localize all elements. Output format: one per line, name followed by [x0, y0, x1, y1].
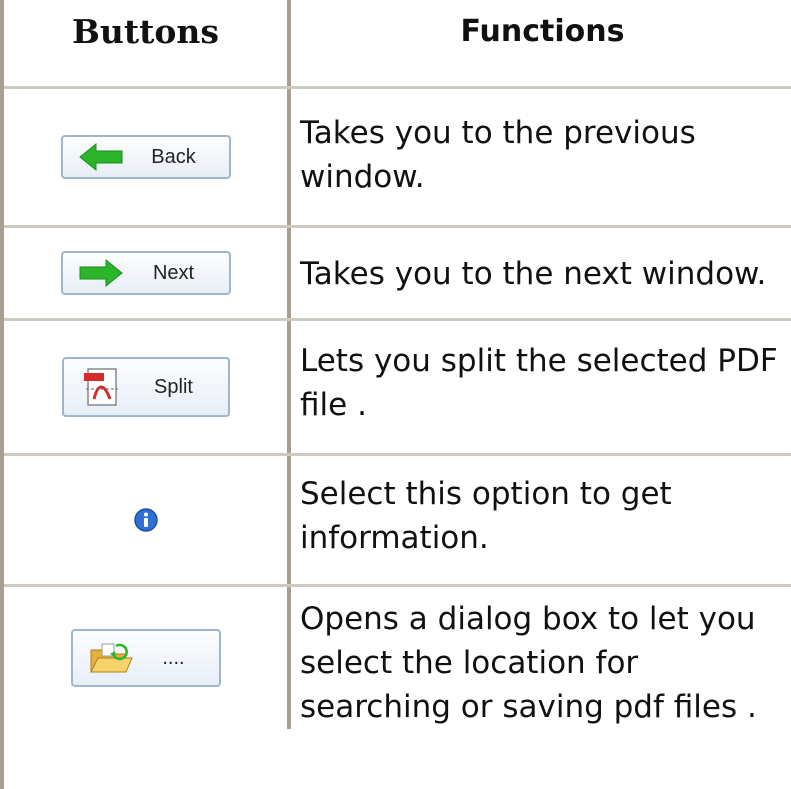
- browse-button-label: ....: [162, 646, 185, 669]
- back-button[interactable]: Back: [60, 135, 231, 179]
- info-description: Select this option to get information.: [300, 476, 672, 556]
- browse-button[interactable]: ....: [70, 629, 221, 687]
- header-functions: Functions: [460, 14, 625, 49]
- table-row-back: Back Takes you to the previous window.: [4, 89, 791, 228]
- folder-open-icon: [83, 639, 139, 677]
- browse-description: Opens a dialog box to let you select the…: [300, 601, 757, 725]
- table-row-info: Select this option to get information.: [4, 456, 791, 587]
- table-row-split: Split Lets you split the selected PDF fi…: [4, 321, 791, 456]
- split-button[interactable]: Split: [61, 357, 230, 417]
- right-arrow-icon: [73, 254, 129, 292]
- info-icon[interactable]: [132, 506, 160, 534]
- next-button[interactable]: Next: [60, 251, 231, 295]
- split-description: Lets you split the selected PDF file .: [300, 343, 778, 423]
- back-description: Takes you to the previous window.: [300, 115, 696, 195]
- split-button-label: Split: [154, 375, 193, 398]
- back-button-label: Back: [151, 145, 196, 168]
- table-row-browse: .... Opens a dialog box to let you selec…: [4, 587, 791, 729]
- table-row-next: Next Takes you to the next window.: [4, 228, 791, 321]
- header-buttons: Buttons: [4, 0, 291, 86]
- next-button-label: Next: [152, 261, 195, 284]
- buttons-functions-table: Buttons Functions Back Takes you to the …: [0, 0, 791, 789]
- table-header-row: Buttons Functions: [4, 0, 791, 89]
- left-arrow-icon: [73, 138, 129, 176]
- next-description: Takes you to the next window.: [300, 256, 767, 292]
- pdf-split-icon: [74, 368, 130, 406]
